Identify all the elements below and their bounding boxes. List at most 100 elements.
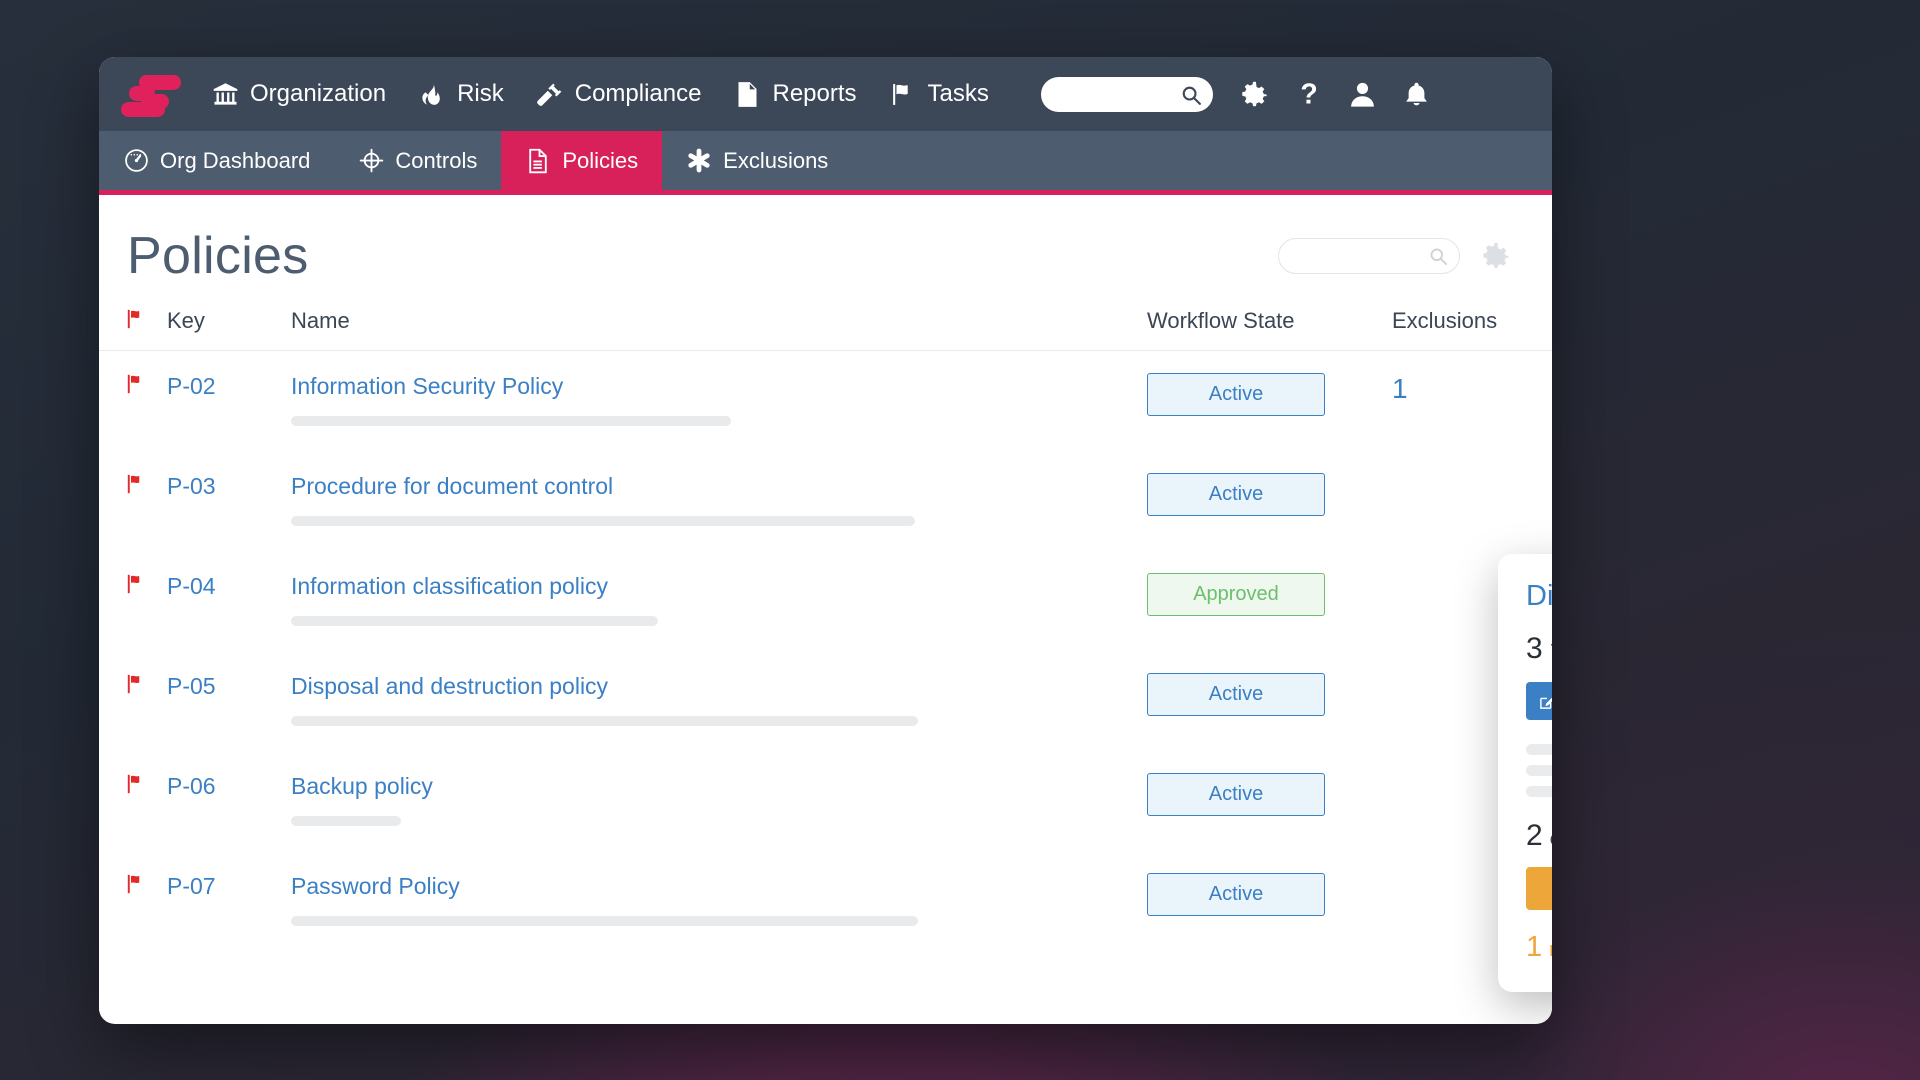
not-sent-status: 1 not sent bbox=[1526, 931, 1552, 964]
table-row[interactable]: P-04 Information classification policy App… bbox=[99, 551, 1552, 651]
tab-policies[interactable]: Policies bbox=[501, 131, 663, 190]
nav-item-risk[interactable]: Risk bbox=[416, 74, 506, 114]
tab-controls[interactable]: Controls bbox=[334, 131, 501, 190]
tab-label: Controls bbox=[395, 147, 478, 173]
tab-exclusions[interactable]: Exclusions bbox=[662, 131, 852, 190]
page-header: Policies bbox=[99, 195, 1552, 284]
progress-segment-pending[interactable]: 1 bbox=[1526, 867, 1552, 910]
not-sent-label: not sent bbox=[1549, 939, 1552, 962]
table-row[interactable]: P-07 Password Policy Active bbox=[99, 851, 1552, 951]
row-key-cell: P-04 bbox=[167, 573, 291, 600]
help-icon[interactable]: ? bbox=[1296, 79, 1322, 110]
acknowledged-summary: 2 of 3 acknowledged bbox=[1526, 819, 1552, 853]
row-flag-cell[interactable] bbox=[99, 873, 167, 900]
policy-key-link[interactable]: P-06 bbox=[167, 773, 216, 799]
workflow-state-badge[interactable]: Active bbox=[1147, 872, 1325, 916]
topbar-icon-group: ? bbox=[1239, 79, 1430, 110]
workflow-state-badge[interactable]: Active bbox=[1147, 672, 1325, 716]
add-adherents-button[interactable]: Add Adherents bbox=[1526, 682, 1552, 720]
page-header-actions bbox=[1278, 237, 1512, 284]
exclusions-count-link[interactable]: 1 bbox=[1392, 373, 1408, 404]
app-window: Organization Risk Compliance Reports Tas bbox=[99, 57, 1552, 1024]
app-logo[interactable] bbox=[121, 72, 183, 117]
row-name-cell: Information Security Policy bbox=[291, 373, 1147, 426]
policy-name-link[interactable]: Procedure for document control bbox=[291, 473, 613, 500]
svg-text:?: ? bbox=[1300, 79, 1317, 110]
workflow-state-badge[interactable]: Active bbox=[1147, 472, 1325, 516]
table-row[interactable]: P-02 Information Security Policy Active 1 bbox=[99, 351, 1552, 451]
policy-key-link[interactable]: P-04 bbox=[167, 573, 216, 599]
table-row[interactable]: P-05 Disposal and destruction policy Activ… bbox=[99, 651, 1552, 751]
not-sent-count: 1 bbox=[1526, 930, 1543, 963]
table-body: P-02 Information Security Policy Active 1 P-… bbox=[99, 351, 1552, 951]
bank-icon bbox=[211, 80, 239, 108]
crosshair-icon bbox=[358, 148, 384, 174]
policy-key-link[interactable]: P-02 bbox=[167, 373, 216, 399]
row-flag-cell[interactable] bbox=[99, 373, 167, 400]
red-flag-icon[interactable] bbox=[126, 474, 145, 499]
column-header-exclusions[interactable]: Exclusions bbox=[1392, 308, 1552, 334]
column-header-workflow-state[interactable]: Workflow State bbox=[1147, 308, 1392, 334]
policy-name-link[interactable]: Disposal and destruction policy bbox=[291, 673, 608, 700]
policy-name-link[interactable]: Backup policy bbox=[291, 773, 433, 800]
row-key-cell: P-02 bbox=[167, 373, 291, 400]
placeholder-bar bbox=[291, 715, 918, 726]
total-adherents-line: 3 Total Adherents bbox=[1526, 632, 1552, 666]
logo-bar-4 bbox=[121, 102, 165, 117]
acknowledgement-progress-bar: 1 2 bbox=[1526, 867, 1552, 910]
edit-square-icon bbox=[1539, 693, 1552, 710]
row-flag-cell[interactable] bbox=[99, 573, 167, 600]
row-key-cell: P-03 bbox=[167, 473, 291, 500]
speedometer-icon bbox=[123, 148, 149, 174]
row-flag-cell[interactable] bbox=[99, 673, 167, 700]
red-flag-icon[interactable] bbox=[126, 874, 145, 899]
table-row[interactable]: P-06 Backup policy Active bbox=[99, 751, 1552, 851]
row-exclusions-cell: 1 bbox=[1392, 373, 1552, 405]
total-adherents-label: Total Adherents bbox=[1551, 641, 1552, 664]
workflow-state-badge[interactable]: Active bbox=[1147, 772, 1325, 816]
column-header-key[interactable]: Key bbox=[167, 308, 291, 334]
workflow-state-badge[interactable]: Approved bbox=[1147, 572, 1325, 616]
column-header-name[interactable]: Name bbox=[291, 308, 1147, 334]
red-flag-icon[interactable] bbox=[126, 574, 145, 599]
policy-key-link[interactable]: P-07 bbox=[167, 873, 216, 899]
row-flag-cell[interactable] bbox=[99, 473, 167, 500]
tab-label: Policies bbox=[562, 147, 639, 173]
tab-org-dashboard[interactable]: Org Dashboard bbox=[99, 131, 334, 190]
placeholder-bar bbox=[291, 815, 401, 826]
row-name-cell: Procedure for document control bbox=[291, 473, 1147, 526]
row-state-cell: Active bbox=[1147, 472, 1392, 516]
nav-item-tasks[interactable]: Tasks bbox=[887, 74, 991, 114]
tab-label: Org Dashboard bbox=[160, 147, 311, 173]
row-name-cell: Information classification policy bbox=[291, 573, 1147, 626]
nav-item-organization[interactable]: Organization bbox=[209, 74, 388, 114]
gear-icon[interactable] bbox=[1239, 79, 1270, 110]
nav-item-label: Tasks bbox=[927, 80, 989, 107]
global-search-input[interactable] bbox=[1040, 76, 1213, 112]
policy-key-link[interactable]: P-03 bbox=[167, 473, 216, 499]
user-icon[interactable] bbox=[1348, 80, 1377, 109]
row-flag-cell[interactable] bbox=[99, 773, 167, 800]
policy-name-link[interactable]: Information classification policy bbox=[291, 573, 608, 600]
row-state-cell: Active bbox=[1147, 672, 1392, 716]
global-search bbox=[1040, 76, 1213, 112]
policy-name-link[interactable]: Information Security Policy bbox=[291, 373, 563, 400]
acknowledged-of: of bbox=[1550, 829, 1552, 851]
red-flag-icon[interactable] bbox=[126, 674, 145, 699]
nav-item-label: Reports bbox=[772, 80, 857, 107]
bell-icon[interactable] bbox=[1403, 80, 1430, 109]
list-search-input[interactable] bbox=[1278, 237, 1460, 274]
red-flag-icon[interactable] bbox=[126, 774, 145, 799]
workflow-state-badge[interactable]: Active bbox=[1147, 372, 1325, 416]
row-state-cell: Active bbox=[1147, 872, 1392, 916]
policy-key-link[interactable]: P-05 bbox=[167, 673, 216, 699]
nav-item-compliance[interactable]: Compliance bbox=[534, 74, 704, 114]
table-row[interactable]: P-03 Procedure for document control Active bbox=[99, 451, 1552, 551]
policy-name-link[interactable]: Password Policy bbox=[291, 873, 460, 900]
flame-icon bbox=[418, 80, 446, 108]
placeholder-bar bbox=[291, 915, 918, 926]
flag-icon bbox=[889, 80, 917, 108]
nav-item-reports[interactable]: Reports bbox=[731, 74, 858, 114]
list-settings-gear-icon[interactable] bbox=[1480, 240, 1512, 272]
red-flag-icon[interactable] bbox=[126, 374, 145, 399]
